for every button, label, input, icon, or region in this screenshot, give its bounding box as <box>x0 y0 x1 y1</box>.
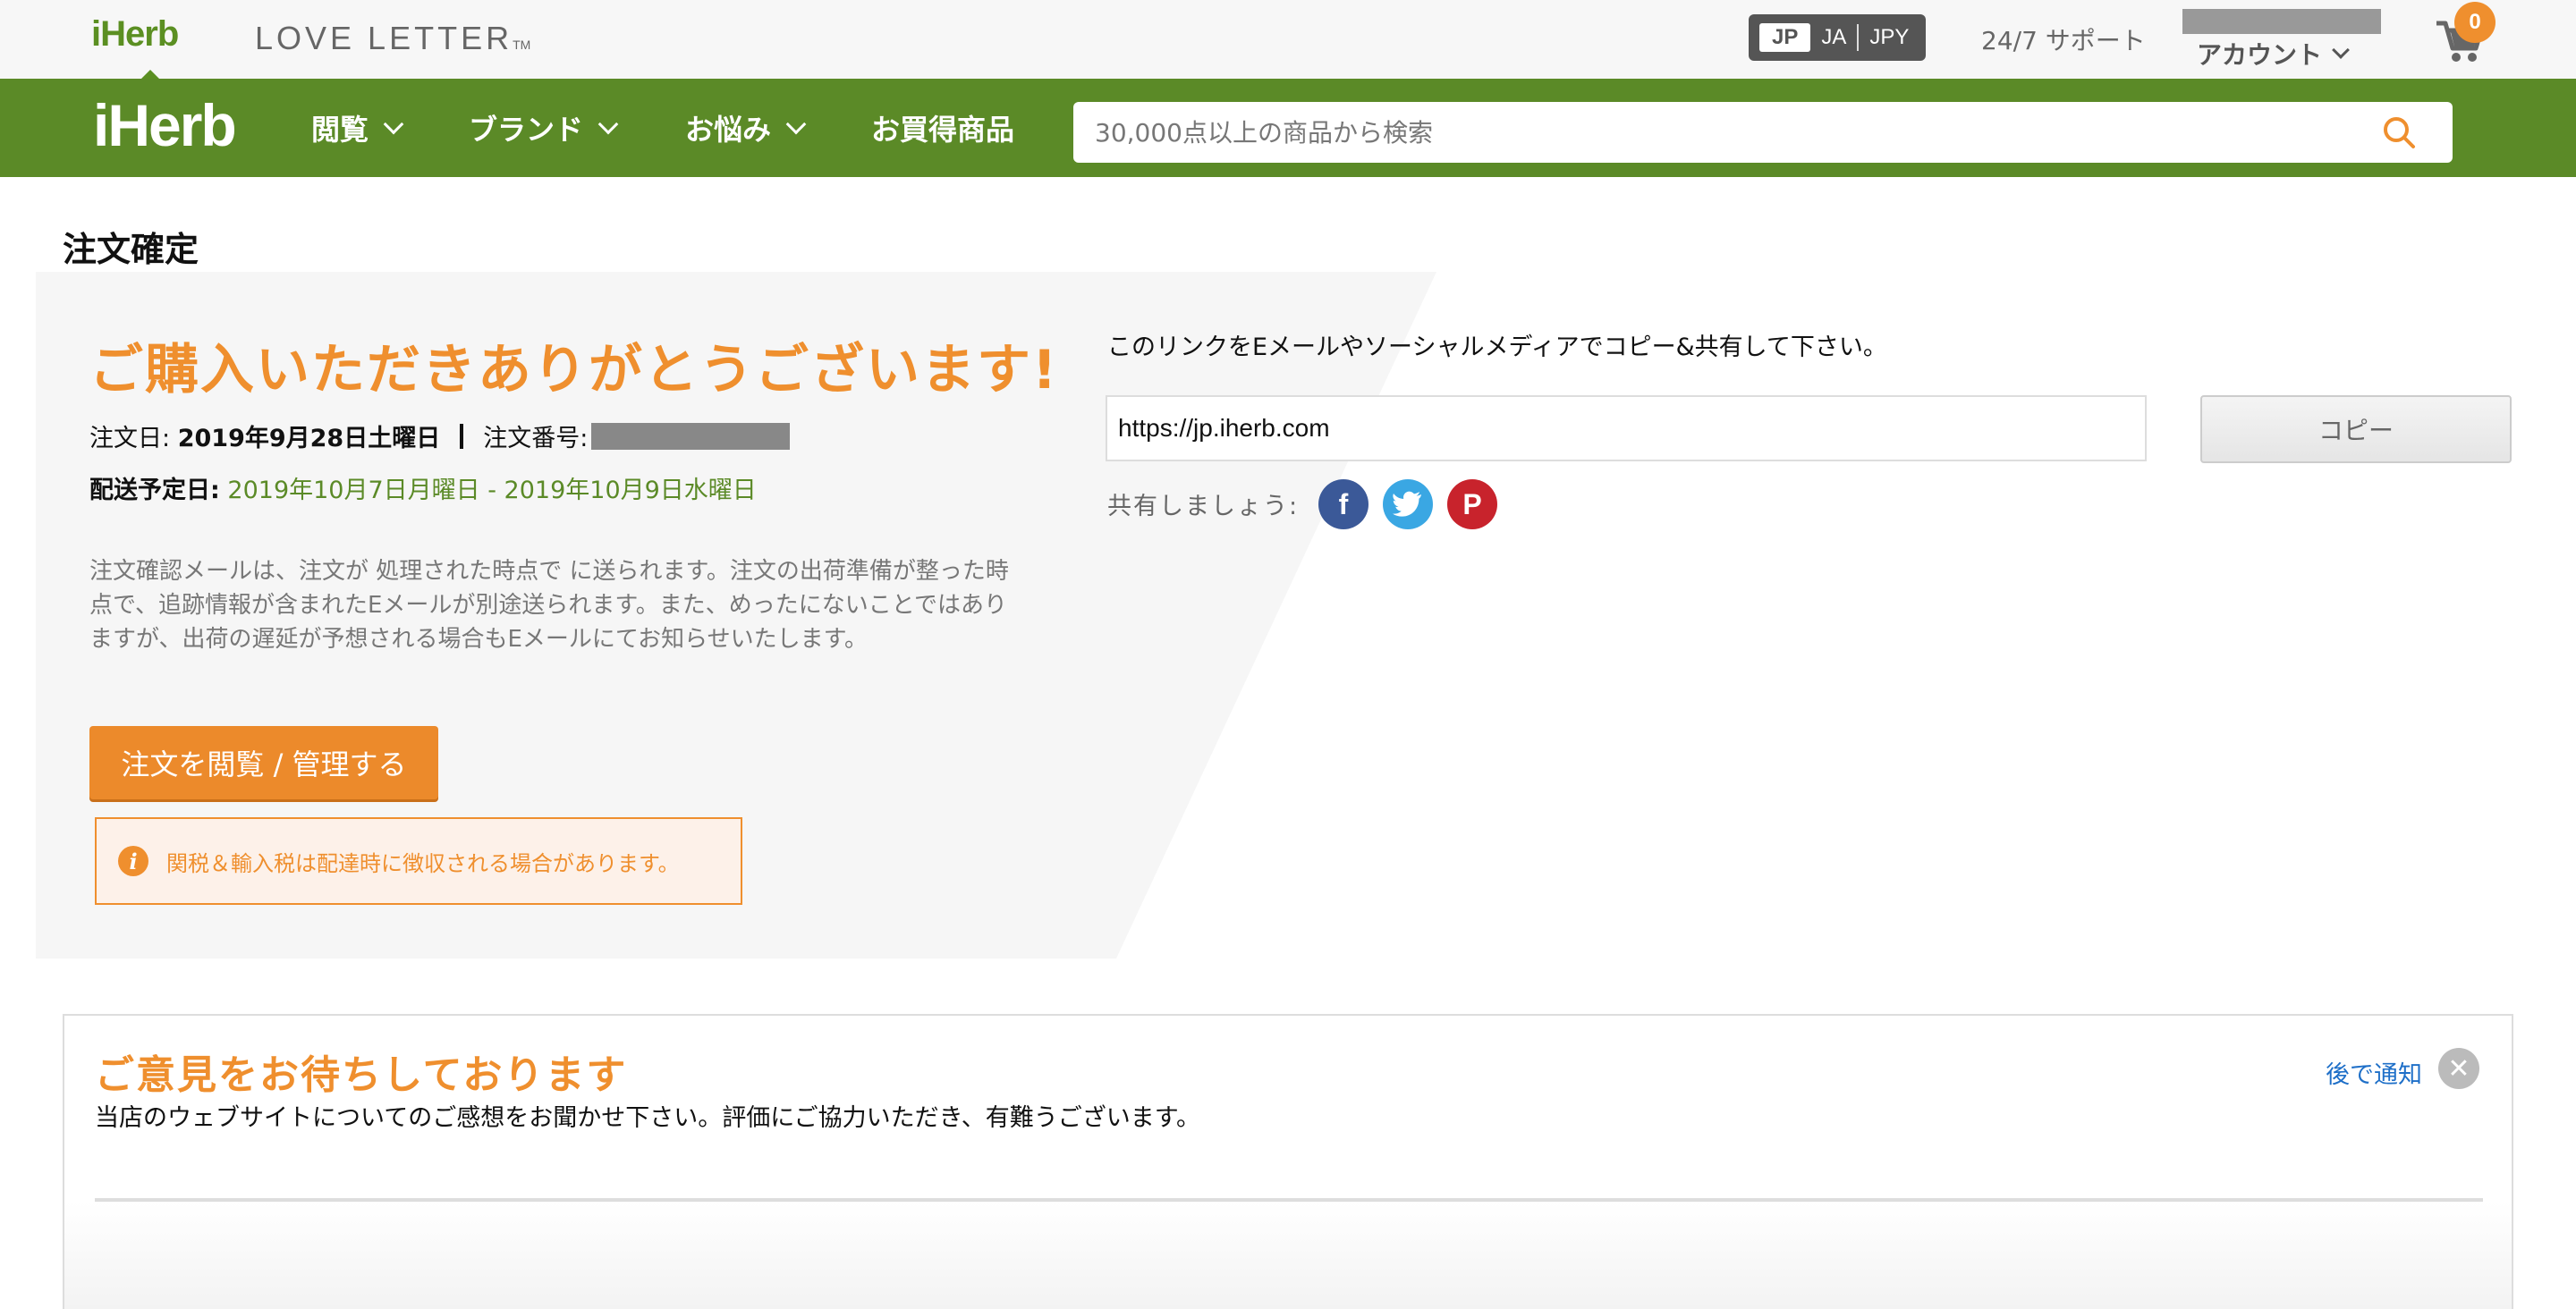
locale-selector[interactable]: JP JA JPY <box>1749 14 1926 61</box>
nav-item-label: お買得商品 <box>871 113 1015 147</box>
twitter-share-icon[interactable] <box>1383 479 1433 529</box>
support-link[interactable]: 24/7 サポート <box>1981 21 2146 57</box>
feedback-rating-area <box>64 1202 2512 1309</box>
duty-notice-text: 関税＆輸入税は配達時に徴収される場合があります。 <box>166 850 680 876</box>
search-box <box>1073 102 2453 163</box>
account-menu[interactable]: アカウント <box>2197 36 2350 72</box>
manage-order-button[interactable]: 注文を閲覧 / 管理する <box>89 726 438 799</box>
confirmation-message: 注文確認メールは、注文が 処理された時点で に送られます。注文の出荷準備が整った… <box>89 558 1009 653</box>
thank-you-heading: ご購入いただきありがとうございます! <box>89 339 1059 401</box>
nav-item-label: お悩み <box>685 113 772 147</box>
locale-divider <box>1857 24 1860 51</box>
chevron-down-icon <box>597 114 619 135</box>
order-number-label: 注文番号: <box>483 425 589 452</box>
order-info-row: 注文日: 2019年9月28日土曜日 注文番号: <box>89 418 791 453</box>
info-icon: i <box>118 846 148 876</box>
duty-notice: i 関税＆輸入税は配達時に徴収される場合があります。 <box>95 817 742 905</box>
delivery-date-range: 2019年10月7日月曜日 - 2019年10月9日水曜日 <box>227 477 757 504</box>
nav-item-brands[interactable]: ブランド <box>469 79 619 177</box>
chevron-down-icon <box>383 114 404 135</box>
nav-item-deals[interactable]: お買得商品 <box>871 79 1014 177</box>
feedback-panel: ご意見をお待ちしております 当店のウェブサイトについてのご感想をお聞かせ下さい。… <box>63 1014 2513 1309</box>
iherb-brand-link[interactable]: iHerb <box>91 14 179 80</box>
pinterest-share-icon[interactable]: P <box>1447 479 1497 529</box>
cart-count-badge: 0 <box>2454 2 2496 43</box>
love-letter-text: LOVE LETTER <box>255 20 513 56</box>
share-link-field[interactable] <box>1106 395 2147 461</box>
nav-item-label: 閲覧 <box>311 113 369 147</box>
locale-language: JA <box>1821 25 1847 49</box>
order-date-value: 2019年9月28日土曜日 <box>177 425 441 452</box>
nav-item-concerns[interactable]: お悩み <box>685 79 807 177</box>
share-instruction: このリンクをEメールやソーシャルメディアでコピー&共有して下さい。 <box>1107 334 1887 361</box>
top-utility-bar: iHerb LOVE LETTERTM JP JA JPY 24/7 サポート … <box>0 0 2576 80</box>
redacted-order-number <box>591 422 791 450</box>
order-date-label: 注文日: <box>89 425 171 452</box>
close-icon[interactable]: ✕ <box>2438 1048 2479 1089</box>
delivery-info-row: 配送予定日: 2019年10月7日月曜日 - 2019年10月9日水曜日 <box>89 470 757 505</box>
share-label: 共有しましょう: <box>1107 493 1300 520</box>
redacted-account-name <box>2182 9 2381 34</box>
search-input[interactable] <box>1095 102 2347 163</box>
account-label: アカウント <box>2197 40 2323 70</box>
love-letter-link[interactable]: LOVE LETTERTM <box>255 20 530 57</box>
delivery-label: 配送予定日: <box>89 477 220 504</box>
copy-button[interactable]: コピー <box>2200 395 2512 463</box>
chevron-down-icon <box>2332 41 2350 59</box>
brand-small-text: iHerb <box>91 14 179 54</box>
trademark-mark: TM <box>513 38 531 52</box>
search-icon[interactable] <box>2379 113 2419 152</box>
chevron-down-icon <box>785 114 807 135</box>
feedback-title: ご意見をお待ちしております <box>95 1052 628 1098</box>
locale-country: JP <box>1759 23 1811 52</box>
info-divider <box>460 423 464 449</box>
locale-currency: JPY <box>1869 25 1910 49</box>
twitter-bird-icon <box>1393 491 1421 517</box>
feedback-subtitle: 当店のウェブサイトについてのご感想をお聞かせ下さい。評価にご協力いただき、有難う… <box>95 1104 1201 1132</box>
page-title: 注文確定 <box>63 230 199 269</box>
remind-later-link[interactable]: 後で通知 <box>2326 1055 2422 1090</box>
facebook-share-icon[interactable]: f <box>1318 479 1368 529</box>
nav-item-browse[interactable]: 閲覧 <box>311 79 404 177</box>
nav-item-label: ブランド <box>469 113 584 147</box>
iherb-logo[interactable]: iHerb <box>93 91 237 159</box>
